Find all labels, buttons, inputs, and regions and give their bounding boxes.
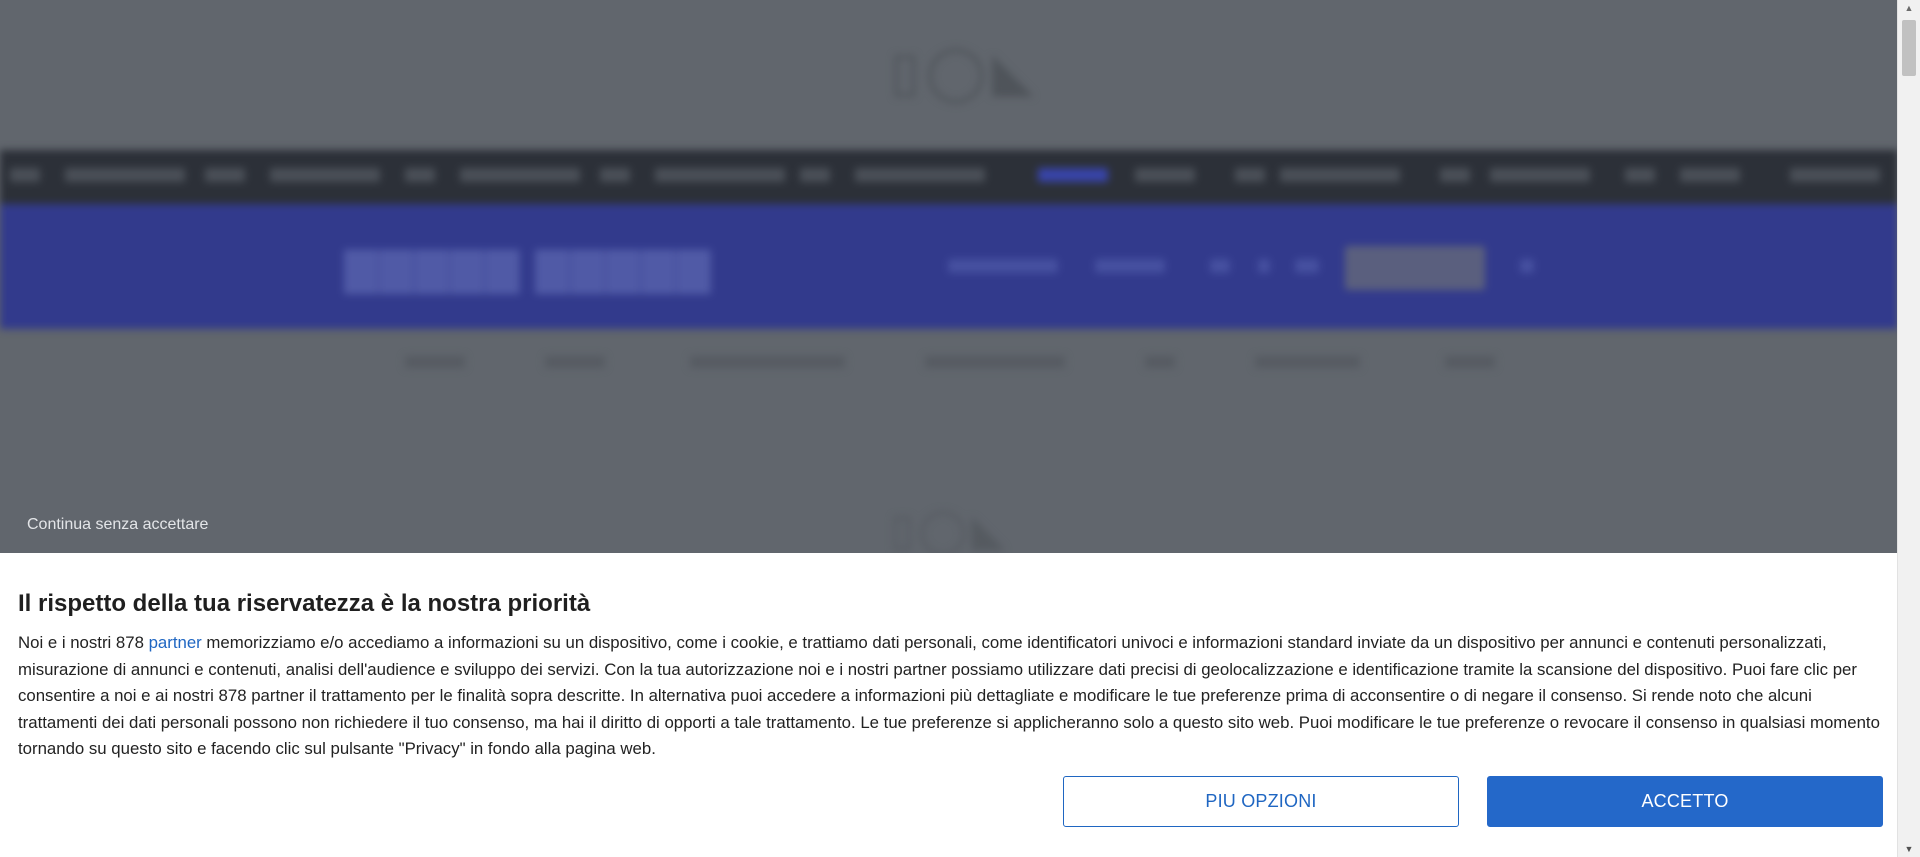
consent-body: Noi e i nostri 878 partner memorizziamo …: [18, 630, 1890, 763]
continue-without-accepting-link[interactable]: Continua senza accettare: [27, 516, 208, 534]
background-logo-secondary: ▯◯◣: [890, 506, 1010, 553]
accept-button[interactable]: ACCETTO: [1487, 776, 1883, 827]
consent-dialog: Il rispetto della tua riservatezza è la …: [0, 553, 1898, 857]
background-logo: ▯◯◣: [890, 42, 1040, 102]
background-brand-logo: ▇▇▇▇▇ ▇▇▇▇▇: [345, 245, 713, 292]
background-page: ▯◯◣ ▇▇▇▇▇ ▇▇▇▇▇ ▯◯◣ Continua senza accet…: [0, 0, 1898, 553]
scrollbar-thumb[interactable]: [1902, 20, 1916, 76]
scroll-down-arrow-icon[interactable]: ▼: [1898, 841, 1920, 857]
consent-title: Il rispetto della tua riservatezza è la …: [18, 590, 591, 617]
consent-body-prefix: Noi e i nostri 878: [18, 633, 149, 652]
scroll-up-arrow-icon[interactable]: ▲: [1898, 0, 1920, 16]
background-ticker-bar: [0, 150, 1898, 204]
vertical-scrollbar[interactable]: ▲ ▼: [1897, 0, 1920, 857]
partner-link[interactable]: partner: [149, 633, 202, 652]
background-brand-bar: ▇▇▇▇▇ ▇▇▇▇▇: [0, 204, 1898, 329]
consent-body-text: memorizziamo e/o accediamo a informazion…: [18, 633, 1880, 759]
more-options-button[interactable]: PIU OPZIONI: [1063, 776, 1459, 827]
